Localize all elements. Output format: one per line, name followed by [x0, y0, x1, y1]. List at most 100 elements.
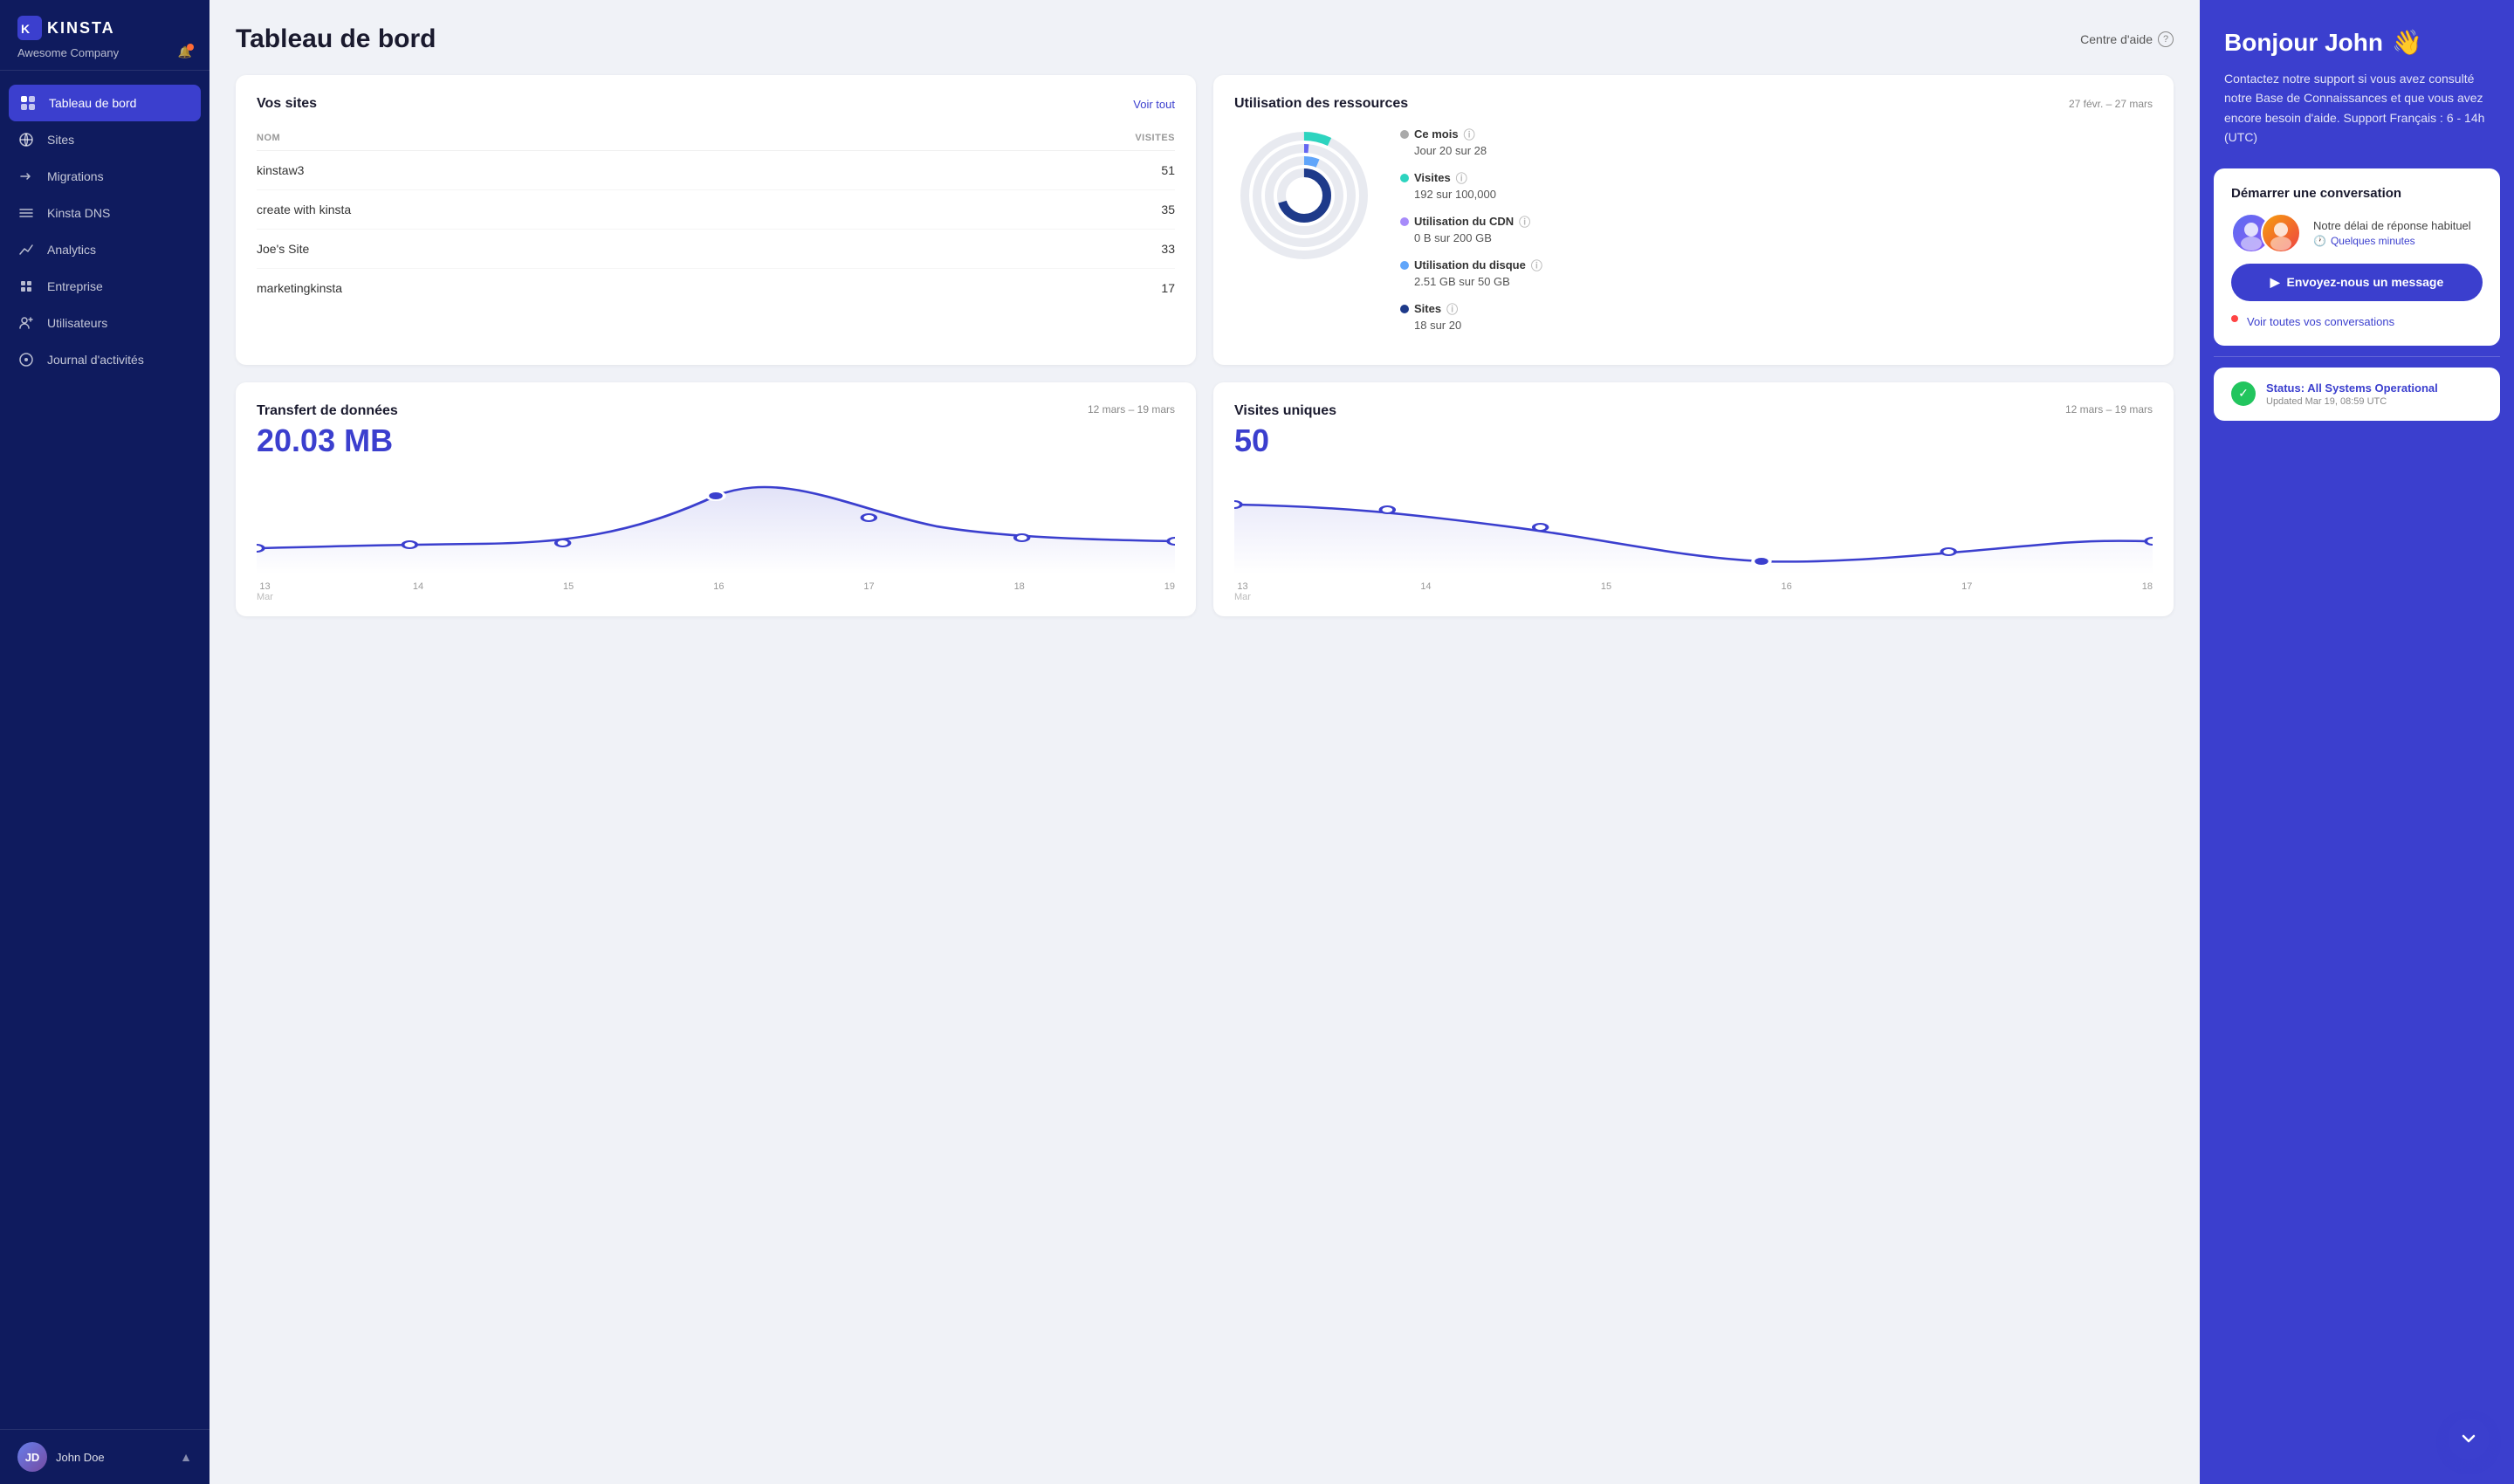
stat-row: Utilisation du disque ⓘ 2.51 GB sur 50 G… [1400, 257, 2153, 288]
transfert-value: 20.03 MB [257, 423, 1175, 459]
agent-avatar-2 [2261, 213, 2301, 253]
table-row[interactable]: Joe's Site 33 [257, 230, 1175, 269]
transfert-header: Transfert de données 12 mars – 19 mars [257, 403, 1175, 419]
sidebar-item-label: Journal d'activités [47, 353, 144, 367]
stat-value: 0 B sur 200 GB [1414, 231, 2153, 244]
sidebar-item-migrations[interactable]: Migrations [0, 158, 210, 195]
stat-dot [1400, 130, 1409, 139]
support-description: Contactez notre support si vous avez con… [2224, 69, 2490, 148]
greeting-text: Bonjour John [2224, 29, 2383, 57]
sidebar-item-sites[interactable]: Sites [0, 121, 210, 158]
sidebar-item-tableau[interactable]: Tableau de bord [9, 85, 201, 121]
help-label: Centre d'aide [2080, 32, 2153, 46]
info-icon[interactable]: ⓘ [1456, 169, 1467, 186]
sidebar-item-analytics[interactable]: Analytics [0, 231, 210, 268]
send-message-button[interactable]: ▶ Envoyez-nous un message [2231, 264, 2483, 301]
help-icon: ? [2158, 31, 2174, 47]
response-info: Notre délai de réponse habituel 🕐 Quelqu… [2313, 219, 2471, 247]
stat-label: Utilisation du disque ⓘ [1400, 257, 2153, 273]
visites-value: 50 [1234, 423, 2153, 459]
user-name: John Doe [56, 1451, 105, 1464]
resources-card-title: Utilisation des ressources [1234, 96, 1408, 112]
notification-dot [187, 44, 194, 51]
transfert-title: Transfert de données [257, 403, 398, 419]
resources-card: Utilisation des ressources 27 févr. – 27… [1213, 75, 2174, 365]
resources-date: 27 févr. – 27 mars [2069, 98, 2153, 110]
page-title: Tableau de bord [236, 24, 436, 54]
stat-row: Ce mois ⓘ Jour 20 sur 28 [1400, 126, 2153, 157]
dashboard-icon [19, 94, 37, 112]
site-visits: 17 [903, 269, 1175, 308]
stat-dot [1400, 217, 1409, 226]
stat-label: Visites ⓘ [1400, 169, 2153, 186]
table-row[interactable]: kinstaw3 51 [257, 151, 1175, 190]
table-row[interactable]: create with kinsta 35 [257, 190, 1175, 230]
migrations-icon [17, 168, 35, 185]
stat-value: Jour 20 sur 28 [1414, 144, 2153, 157]
company-row: Awesome Company 🔔 [17, 45, 192, 59]
sidebar-item-label: Tableau de bord [49, 96, 136, 110]
stat-dot [1400, 305, 1409, 313]
response-time: 🕐 Quelques minutes [2313, 235, 2471, 247]
transfert-date: 12 mars – 19 mars [1088, 403, 1175, 416]
sites-icon [17, 131, 35, 148]
user-info[interactable]: JD John Doe [17, 1442, 105, 1472]
sites-table: NOM VISITES kinstaw3 51 create with kins… [257, 126, 1175, 307]
voir-tout-link[interactable]: Voir tout [1133, 98, 1175, 111]
stat-label: Utilisation du CDN ⓘ [1400, 213, 2153, 230]
bottom-row: Transfert de données 12 mars – 19 mars 2… [236, 382, 2174, 616]
conversation-card: Démarrer une conversation Notre délai de… [2214, 168, 2500, 346]
bell-icon[interactable]: 🔔 [178, 45, 192, 59]
resources-stats: Ce mois ⓘ Jour 20 sur 28 Visites ⓘ 192 s… [1400, 126, 2153, 344]
col-nom: NOM [257, 126, 903, 151]
response-label: Notre délai de réponse habituel [2313, 219, 2471, 232]
logo-text: kinsta [47, 19, 115, 38]
visites-card: Visites uniques 12 mars – 19 mars 50 [1213, 382, 2174, 616]
stat-value: 2.51 GB sur 50 GB [1414, 275, 2153, 288]
sidebar-item-entreprise[interactable]: Entreprise [0, 268, 210, 305]
status-label: Status: All Systems Operational [2266, 381, 2438, 395]
sidebar-item-dns[interactable]: Kinsta DNS [0, 195, 210, 231]
help-link[interactable]: Centre d'aide ? [2080, 31, 2174, 47]
resources-layout: Ce mois ⓘ Jour 20 sur 28 Visites ⓘ 192 s… [1234, 126, 2153, 344]
info-icon[interactable]: ⓘ [1446, 300, 1458, 317]
stat-row: Sites ⓘ 18 sur 20 [1400, 300, 2153, 332]
site-visits: 51 [903, 151, 1175, 190]
stat-dot [1400, 261, 1409, 270]
site-name: kinstaw3 [257, 151, 903, 190]
wave-emoji: 👋 [2392, 28, 2422, 57]
site-name: Joe's Site [257, 230, 903, 269]
support-greeting: Bonjour John 👋 [2224, 28, 2490, 57]
sidebar-footer: JD John Doe ▲ [0, 1429, 210, 1484]
analytics-icon [17, 241, 35, 258]
main-content: Tableau de bord Centre d'aide ? Vos site… [210, 0, 2514, 1484]
info-icon[interactable]: ⓘ [1519, 213, 1530, 230]
donut-chart [1234, 126, 1374, 265]
conversation-title: Démarrer une conversation [2231, 186, 2483, 201]
visites-labels: 13Mar 14 15 16 17 18 [1234, 574, 2153, 616]
visites-chart-area [1234, 470, 2153, 574]
user-chevron-icon[interactable]: ▲ [180, 1450, 192, 1464]
conversations-link-row[interactable]: Voir toutes vos conversations [2231, 310, 2483, 328]
svg-text:K: K [21, 22, 31, 36]
col-visites: VISITES [903, 126, 1175, 151]
company-name: Awesome Company [17, 46, 119, 59]
sidebar-item-utilisateurs[interactable]: Utilisateurs [0, 305, 210, 341]
stat-value: 192 sur 100,000 [1414, 188, 2153, 201]
sites-card-header: Vos sites Voir tout [257, 96, 1175, 112]
transfert-chart-area [257, 470, 1175, 574]
stat-dot [1400, 174, 1409, 182]
info-icon[interactable]: ⓘ [1464, 126, 1475, 142]
table-row[interactable]: marketingkinsta 17 [257, 269, 1175, 308]
users-icon [17, 314, 35, 332]
sidebar: K kinsta Awesome Company 🔔 Tableau de bo… [0, 0, 210, 1484]
sidebar-item-journal[interactable]: Journal d'activités [0, 341, 210, 378]
agent-row: Notre délai de réponse habituel 🕐 Quelqu… [2231, 213, 2483, 253]
info-icon[interactable]: ⓘ [1531, 257, 1542, 273]
visites-date: 12 mars – 19 mars [2065, 403, 2153, 416]
site-visits: 33 [903, 230, 1175, 269]
status-card: ✓ Status: All Systems Operational Update… [2214, 368, 2500, 421]
page-header: Tableau de bord Centre d'aide ? [236, 24, 2174, 54]
fab-button[interactable] [2448, 1418, 2490, 1460]
user-avatar: JD [17, 1442, 47, 1472]
